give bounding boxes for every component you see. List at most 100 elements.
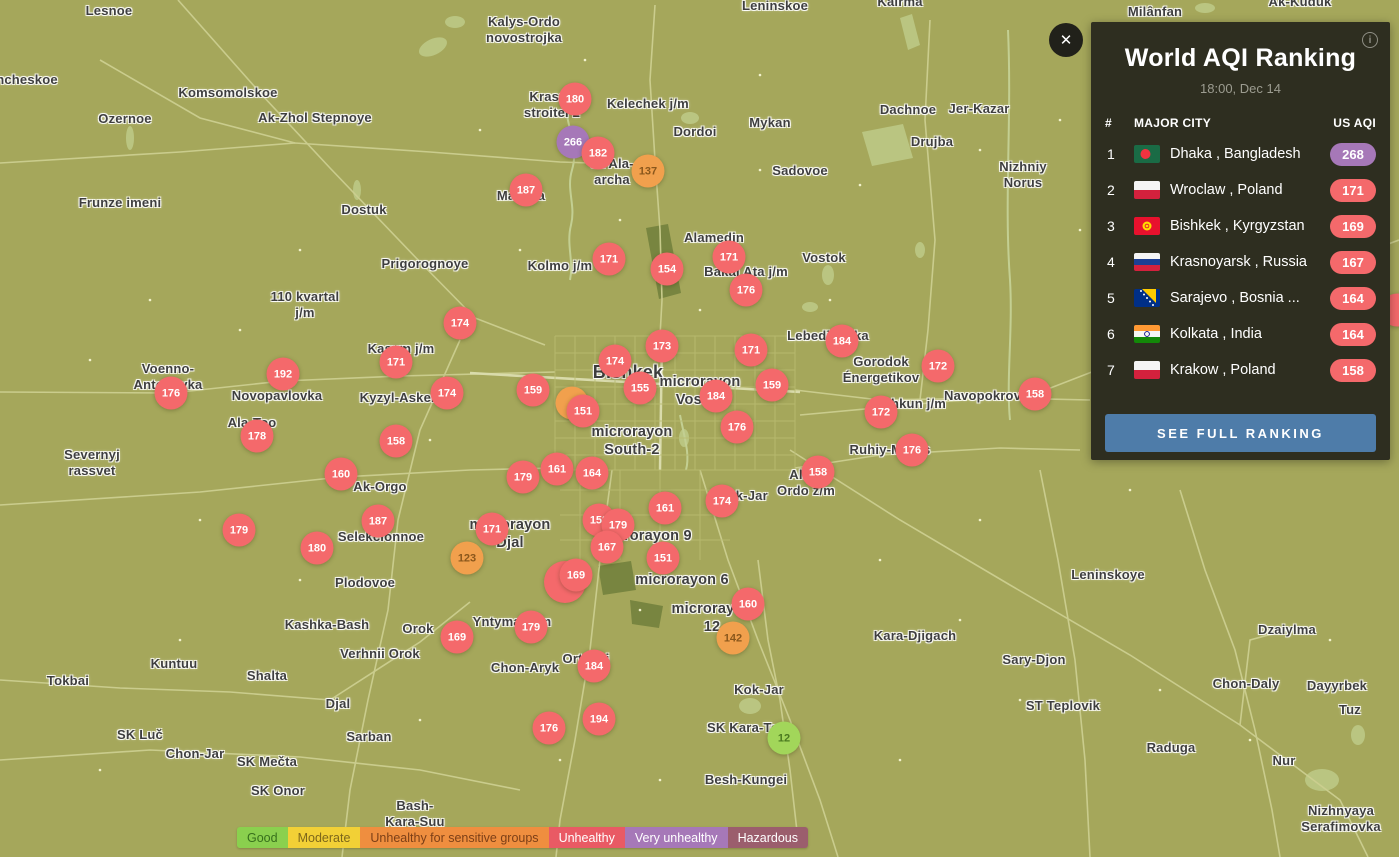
country-flag-bd [1134,145,1160,163]
city-name: Krasnoyarsk , Russia [1170,254,1330,270]
ranking-rows: 1 Dhaka , Bangladesh268 2 Wroclaw , Poland 1… [1091,136,1390,388]
aqi-marker[interactable]: 123 [451,542,484,575]
aqi-marker[interactable]: 142 [717,622,750,655]
country-flag-kg [1134,217,1160,235]
city-name: Wroclaw , Poland [1170,182,1330,198]
aqi-marker[interactable]: 171 [713,241,746,274]
see-full-ranking-button[interactable]: SEE FULL RANKING [1105,414,1376,452]
ranking-row[interactable]: 3Bishkek , Kyrgyzstan169 [1091,208,1390,244]
country-flag-in [1134,325,1160,343]
aqi-badge: 167 [1330,251,1376,274]
aqi-marker[interactable]: 182 [582,137,615,170]
aqi-marker[interactable]: 173 [646,330,679,363]
legend-item-very-unhealthy: Very unhealthy [625,827,728,848]
aqi-marker[interactable]: 172 [865,396,898,429]
aqi-marker[interactable]: 158 [1019,378,1052,411]
rank-number: 7 [1105,362,1134,378]
ranking-row[interactable]: 7Krakow , Poland158 [1091,352,1390,388]
aqi-marker[interactable]: 174 [431,377,464,410]
rank-number: 5 [1105,290,1134,306]
country-flag-ru [1134,253,1160,271]
aqi-marker[interactable]: 178 [241,420,274,453]
ranking-column-headers: # MAJOR CITY US AQI [1091,116,1390,130]
aqi-marker[interactable]: 176 [721,411,754,444]
legend-item-moderate: Moderate [288,827,361,848]
aqi-marker[interactable]: 184 [578,650,611,683]
aqi-marker[interactable]: 192 [267,358,300,391]
aqi-marker[interactable]: 179 [507,461,540,494]
aqi-marker[interactable]: 158 [380,425,413,458]
ranking-row[interactable]: 4 Krasnoyarsk , Russia167 [1091,244,1390,280]
air-quality-map[interactable]: LesnoeLeninskoeKairmaMilânfanAk-Kuduknch… [0,0,1399,857]
aqi-marker[interactable]: 179 [515,611,548,644]
aqi-marker[interactable]: 159 [756,369,789,402]
aqi-badge: 164 [1330,287,1376,310]
aqi-marker[interactable]: 180 [301,532,334,565]
aqi-marker[interactable]: 174 [706,485,739,518]
aqi-marker[interactable]: 171 [476,513,509,546]
legend-item-unhealthy: Unhealthy [549,827,625,848]
country-flag-ba [1134,289,1160,307]
aqi-marker[interactable]: 160 [732,588,765,621]
aqi-marker[interactable]: 169 [441,621,474,654]
aqi-marker[interactable]: 151 [567,395,600,428]
rank-number: 4 [1105,254,1134,270]
column-aqi: US AQI [1333,116,1376,130]
aqi-marker[interactable]: 161 [649,492,682,525]
rank-number: 1 [1105,146,1134,162]
aqi-marker[interactable]: 176 [896,434,929,467]
aqi-marker[interactable]: 169 [560,559,593,592]
column-rank: # [1105,116,1134,130]
aqi-marker[interactable]: 171 [735,334,768,367]
aqi-marker[interactable]: 184 [826,325,859,358]
city-name: Sarajevo , Bosnia ... [1170,290,1330,306]
legend-item-hazardous: Hazardous [728,827,808,848]
aqi-badge: 268 [1330,143,1376,166]
rank-number: 2 [1105,182,1134,198]
aqi-marker[interactable]: 176 [533,712,566,745]
aqi-marker[interactable]: 179 [223,514,256,547]
info-icon[interactable]: i [1362,32,1378,48]
aqi-marker[interactable]: 187 [510,174,543,207]
aqi-marker[interactable]: 167 [591,531,624,564]
aqi-marker[interactable]: 161 [541,453,574,486]
aqi-marker[interactable]: 180 [559,83,592,116]
country-flag-pl [1134,361,1160,379]
aqi-marker[interactable]: 184 [700,380,733,413]
aqi-marker[interactable]: 151 [647,542,680,575]
close-panel-button[interactable]: ✕ [1049,23,1083,57]
city-name: Dhaka , Bangladesh [1170,146,1330,162]
aqi-marker[interactable]: 174 [599,345,632,378]
world-aqi-ranking-panel: i World AQI Ranking 18:00, Dec 14 # MAJO… [1091,22,1390,460]
aqi-marker[interactable]: 155 [624,372,657,405]
aqi-marker[interactable]: 187 [362,505,395,538]
city-name: Kolkata , India [1170,326,1330,342]
aqi-marker[interactable]: 158 [802,456,835,489]
aqi-marker[interactable]: 171 [380,346,413,379]
legend-item-unhealthy-for-sensitive-groups: Unhealthy for sensitive groups [360,827,548,848]
ranking-row[interactable]: 1 Dhaka , Bangladesh268 [1091,136,1390,172]
aqi-badge: 164 [1330,323,1376,346]
rank-number: 3 [1105,218,1134,234]
aqi-marker[interactable]: 137 [632,155,665,188]
ranking-row[interactable]: 2Wroclaw , Poland171 [1091,172,1390,208]
city-name: Krakow , Poland [1170,362,1330,378]
aqi-marker[interactable]: 174 [444,307,477,340]
rank-number: 6 [1105,326,1134,342]
ranking-row[interactable]: 5 Sarajevo , Bosnia ...164 [1091,280,1390,316]
aqi-marker[interactable]: 171 [593,243,626,276]
aqi-marker[interactable]: 172 [922,350,955,383]
aqi-marker[interactable]: 176 [155,377,188,410]
panel-title: World AQI Ranking [1091,44,1390,73]
legend-item-good: Good [237,827,288,848]
aqi-marker[interactable]: 176 [730,274,763,307]
aqi-legend: GoodModerateUnhealthy for sensitive grou… [237,827,808,848]
aqi-marker[interactable]: 164 [576,457,609,490]
aqi-marker[interactable]: 12 [768,722,801,755]
aqi-marker[interactable]: 154 [651,253,684,286]
close-icon: ✕ [1060,31,1073,49]
aqi-marker[interactable]: 194 [583,703,616,736]
aqi-marker[interactable]: 160 [325,458,358,491]
ranking-row[interactable]: 6 Kolkata , India164 [1091,316,1390,352]
aqi-marker[interactable]: 159 [517,374,550,407]
